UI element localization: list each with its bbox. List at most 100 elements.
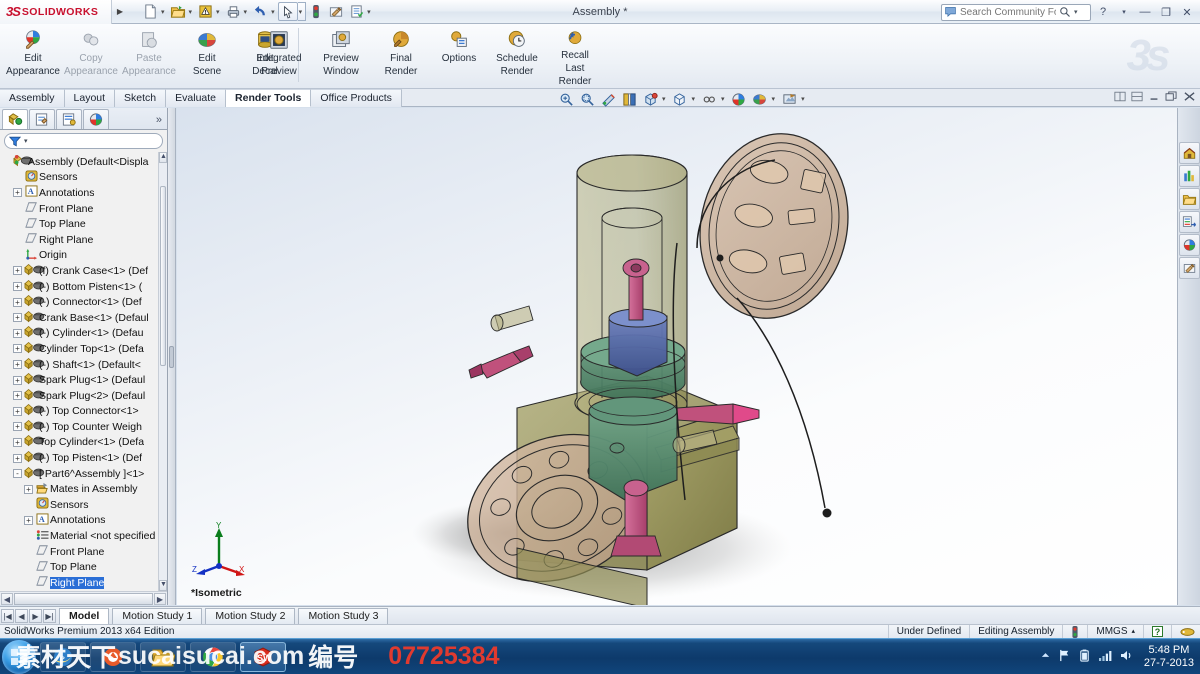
feature-tree-row[interactable]: + (f) Crank Case<1> (Def — [0, 263, 158, 279]
solidworks-resources-icon[interactable] — [1179, 142, 1200, 164]
tree-expander[interactable]: + — [13, 391, 22, 401]
tab-layout[interactable]: Layout — [64, 89, 116, 107]
section-view-icon[interactable] — [598, 90, 618, 108]
select-dropdown[interactable]: ▾ — [297, 2, 307, 21]
feature-tree-row[interactable]: + Spark Plug<2> (Defaul — [0, 388, 158, 404]
tree-expander[interactable]: + — [13, 453, 22, 463]
feature-tree-row[interactable]: Front Plane — [0, 544, 158, 560]
vertical-scroll-thumb[interactable] — [160, 186, 166, 366]
search-input[interactable] — [960, 6, 1056, 18]
open-document-dropdown[interactable]: ▾ — [188, 8, 196, 16]
action-center-icon[interactable] — [1058, 649, 1071, 665]
preview-window-button[interactable]: Preview Window — [310, 26, 372, 87]
copy-appearance-button[interactable]: Copy Appearance — [62, 26, 120, 87]
new-document-icon[interactable] — [140, 2, 160, 22]
chrome-taskbar-item[interactable] — [190, 641, 236, 672]
feature-tree-row[interactable]: + (-) Connector<1> (Def — [0, 294, 158, 310]
feature-tree-row[interactable]: + A Annotations — [0, 185, 158, 201]
restore-doc-button[interactable] — [1165, 91, 1178, 105]
nav-first-button[interactable]: |◀ — [1, 608, 14, 623]
units-caret[interactable]: ▴ — [1131, 625, 1135, 639]
minimize-button[interactable]: — — [1136, 4, 1154, 20]
close-doc-button[interactable] — [1183, 91, 1196, 105]
bottom-tab-motion-study-3[interactable]: Motion Study 3 — [298, 607, 389, 624]
explorer-taskbar-item[interactable] — [140, 641, 186, 672]
feature-tree-row[interactable]: Sensors — [0, 497, 158, 513]
feature-tree-row[interactable]: Right Plane — [0, 575, 158, 591]
solidworks-taskbar-item[interactable]: SW — [240, 641, 286, 672]
feature-tree-row[interactable]: + Cylinder Top<1> (Defa — [0, 341, 158, 357]
property-manager-tab[interactable] — [29, 109, 55, 129]
tab-render-tools[interactable]: Render Tools — [226, 89, 312, 107]
display-manager-tab[interactable] — [83, 109, 109, 129]
feature-tree-row[interactable]: + Top Cylinder<1> (Defa — [0, 435, 158, 451]
tab-assembly[interactable]: Assembly — [0, 89, 65, 107]
customize-dropdown[interactable]: ▾ — [366, 8, 374, 16]
browser2-taskbar-item[interactable] — [90, 641, 136, 672]
bottom-tab-motion-study-2[interactable]: Motion Study 2 — [205, 607, 296, 624]
tree-expander[interactable]: + — [13, 266, 22, 276]
undo-icon[interactable] — [250, 2, 270, 22]
splitter-grip[interactable] — [169, 346, 174, 368]
feature-tree-vertical-scrollbar[interactable]: ▲ ▼ — [158, 152, 167, 591]
tree-expander[interactable]: + — [13, 297, 22, 307]
help-dropdown[interactable]: ▾ — [1115, 4, 1133, 20]
tree-expander[interactable]: + — [13, 188, 22, 198]
tab-evaluate[interactable]: Evaluate — [166, 89, 227, 107]
status-help-badge[interactable]: ? — [1143, 624, 1171, 639]
edit-appearance-button[interactable]: Edit Appearance — [4, 26, 62, 87]
taskbar-clock[interactable]: 5:48 PM 27-7-2013 — [1140, 644, 1194, 670]
feature-tree-row[interactable]: Front Plane — [0, 201, 158, 217]
view-palette-icon[interactable] — [1179, 211, 1200, 233]
display-states-dropdown[interactable]: ▾ — [800, 95, 808, 103]
feature-tree-row[interactable]: + (-) Top Connector<1> — [0, 404, 158, 420]
paste-appearance-button[interactable]: Paste Appearance — [120, 26, 178, 87]
hide-show-items-dropdown[interactable]: ▾ — [691, 95, 699, 103]
feature-tree-row[interactable]: Top Plane — [0, 559, 158, 575]
tree-expander[interactable]: + — [13, 282, 22, 292]
edit-appearance-quick-icon[interactable] — [326, 2, 346, 22]
nav-next-button[interactable]: ▶ — [29, 608, 42, 623]
appearances-scenes-decals-icon[interactable] — [1179, 234, 1200, 256]
tree-expander[interactable]: + — [13, 313, 22, 323]
start-button[interactable] — [2, 639, 36, 674]
tree-expander[interactable]: + — [13, 328, 22, 338]
integrated-preview-button[interactable]: Integrated Preview — [248, 26, 310, 87]
tree-expander[interactable]: + — [13, 406, 22, 416]
filter-dropdown-arrow[interactable]: ▾ — [24, 137, 28, 145]
feature-tree-row[interactable]: Material <not specified — [0, 528, 158, 544]
solidworks-logo[interactable]: 3S SOLIDWORKS — [0, 0, 112, 24]
scroll-left-arrow[interactable]: ◀ — [1, 592, 13, 605]
tree-expander[interactable]: + — [13, 422, 22, 432]
rebuild-status-light-icon[interactable] — [306, 2, 326, 22]
split-horizontal-icon[interactable] — [1114, 91, 1126, 105]
feature-tree-row[interactable]: Top Plane — [0, 216, 158, 232]
feature-tree-row[interactable]: + (-) Bottom Pisten<1> ( — [0, 279, 158, 295]
view-settings-icon[interactable] — [750, 90, 770, 108]
feature-tree-row[interactable]: Right Plane — [0, 232, 158, 248]
display-style-dropdown[interactable]: ▾ — [661, 95, 669, 103]
search-dropdown-arrow[interactable]: ▾ — [1074, 8, 1078, 16]
feature-tree-row[interactable]: Origin — [0, 248, 158, 264]
scroll-up-arrow[interactable]: ▲ — [159, 152, 167, 163]
status-units[interactable]: MMGS ▴ — [1087, 624, 1143, 639]
appearance-small-dropdown[interactable]: ▾ — [720, 95, 728, 103]
bottom-tab-motion-study-1[interactable]: Motion Study 1 — [112, 607, 203, 624]
internet-explorer-taskbar-item[interactable]: e — [40, 641, 86, 672]
file-explorer-icon[interactable] — [1179, 188, 1200, 210]
feature-tree-row[interactable]: + (-) Top Pisten<1> (Def — [0, 450, 158, 466]
customize-menu-icon[interactable] — [346, 2, 366, 22]
feature-tree-horizontal-scrollbar[interactable]: ◀ ▶ — [0, 591, 167, 605]
feature-tree-row[interactable]: + (-) Top Counter Weigh — [0, 419, 158, 435]
feature-tree-filter[interactable]: ▾ — [4, 133, 163, 149]
edit-scene-button[interactable]: Edit Scene — [178, 26, 236, 87]
nav-prev-button[interactable]: ◀ — [15, 608, 28, 623]
split-vertical-icon[interactable] — [1131, 91, 1143, 105]
rebuild-dropdown[interactable]: ▾ — [215, 8, 223, 16]
tree-expander[interactable]: + — [13, 360, 22, 370]
feature-tree-row[interactable]: + Mates in Assembly — [0, 481, 158, 497]
print-icon[interactable] — [223, 2, 243, 22]
rebuild-icon[interactable] — [195, 2, 215, 22]
final-render-button[interactable]: Final Render — [372, 26, 430, 87]
feature-tree-row[interactable]: Sensors — [0, 170, 158, 186]
